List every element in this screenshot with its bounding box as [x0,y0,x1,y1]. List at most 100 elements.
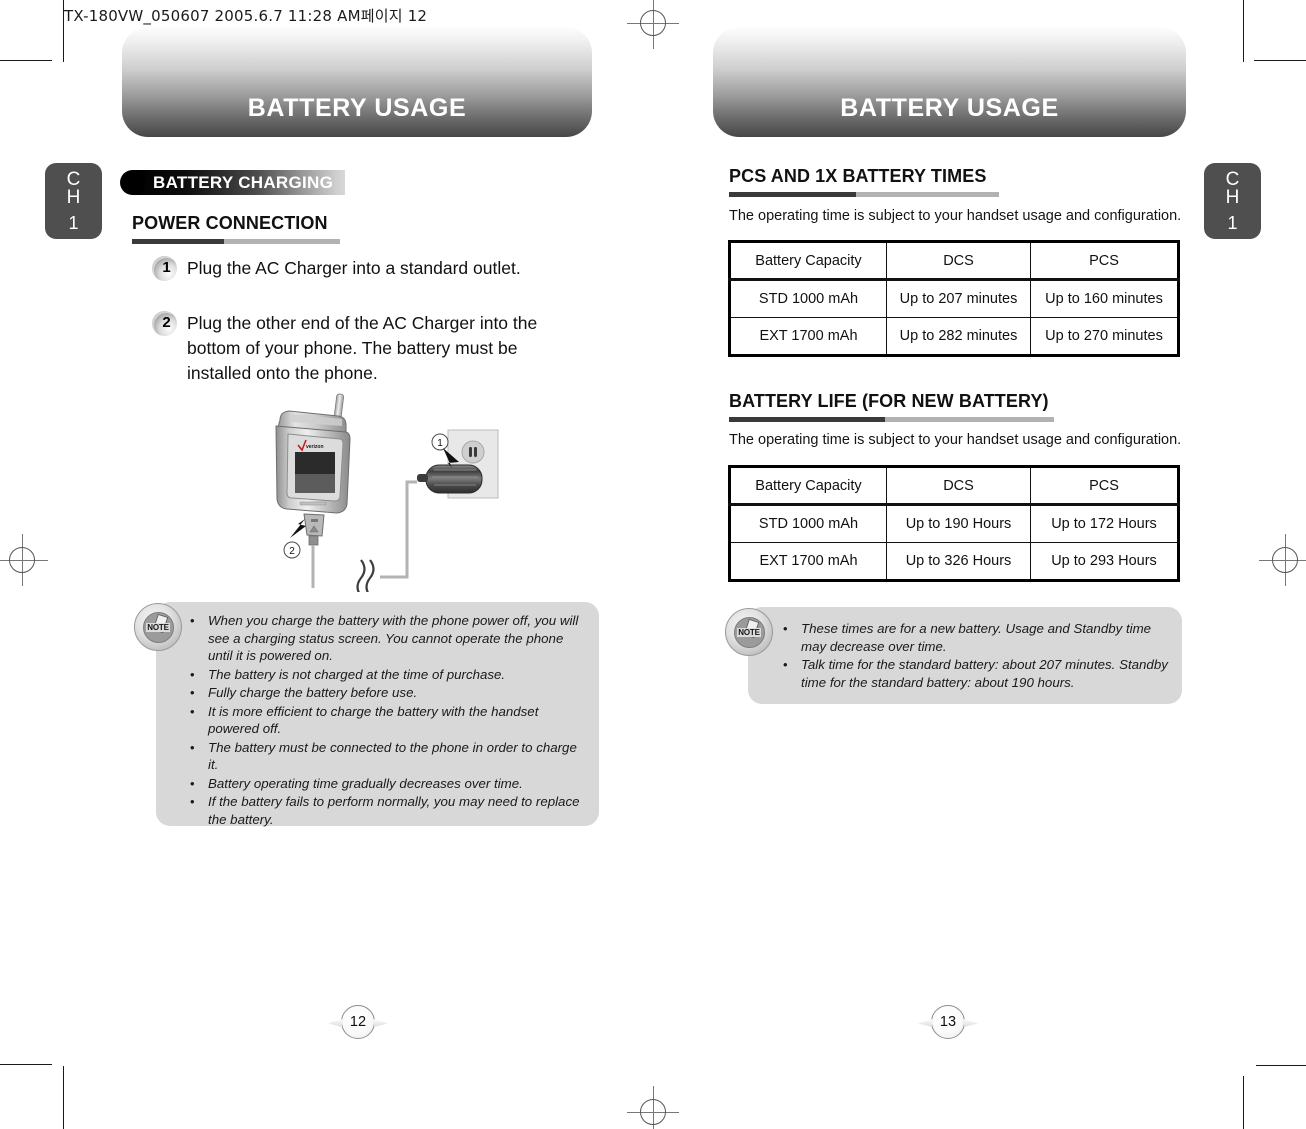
step-2: 2 Plug the other end of the AC Charger i… [152,311,582,386]
list-item: • Battery operating time gradually decrea… [190,775,523,791]
crop-mark-bottom-right-v [1243,1076,1244,1129]
table-cell: Up to 207 minutes [886,279,1031,318]
table-cell: Up to 326 Hours [886,542,1031,581]
table-cell: EXT 1700 mAh [729,317,887,356]
table-row: STD 1000 mAh Up to 190 Hours Up to 172 H… [729,504,1179,543]
table-battery-life: Battery Capacity DCS PCS STD 1000 mAh Up… [728,465,1180,582]
manual-spread: TX-180VW_050607 2005.6.7 11:28 AM페이지 12 … [0,0,1306,1129]
subheading-rule [729,192,999,197]
step-1-number: 1 [152,256,177,281]
paragraph-operating-time-2: The operating time is subject to your ha… [729,432,1182,448]
section-banner-battery-charging: BATTERY CHARGING [120,170,346,195]
left-page-number: 12 [341,1005,375,1039]
right-page-title: BATTERY USAGE [840,94,1059,122]
table-header-row: Battery Capacity DCS PCS [729,241,1179,281]
table-header-cell: DCS [886,466,1031,506]
left-page-title: BATTERY USAGE [247,94,467,122]
table-cell: STD 1000 mAh [729,279,887,318]
list-item: • The battery must be connected to the ph… [190,739,577,773]
crop-mark-bottom-left-v [63,1066,64,1129]
subheading-rule [132,239,340,244]
registration-mark-right [1259,534,1306,586]
svg-text:1: 1 [437,438,443,449]
right-chapter-tab-line2: H [1225,187,1240,208]
paragraph-operating-time-1: The operating time is subject to your ha… [729,208,1182,224]
table-cell: Up to 160 minutes [1030,279,1179,318]
list-item: • The battery is not charged at the time … [190,666,506,682]
table-header-cell: DCS [886,241,1031,281]
step-1: 1 Plug the AC Charger into a standard ou… [152,256,582,281]
charging-illustration-svg: verizon 1 2 [275,393,499,597]
step-2-text: Plug the other end of the AC Charger int… [187,313,538,383]
crop-mark-top-left-h [0,60,52,61]
list-bullet: • [190,685,195,700]
charging-setup-illustration: verizon 1 2 [262,392,522,597]
list-bullet: • [190,666,195,682]
right-page-number: 13 [931,1005,965,1039]
subheading-power-connection: POWER CONNECTION [132,213,340,244]
table-cell: Up to 282 minutes [886,317,1031,356]
list-item: • Talk time for the standard battery: abo… [783,657,1168,690]
list-bullet: • [190,613,195,628]
crop-mark-bottom-left-h [0,1064,52,1065]
subheading-pcs-and-1x-battery-times: PCS AND 1X BATTERY TIMES [729,166,999,197]
print-slug-line: TX-180VW_050607 2005.6.7 11:28 AM페이지 12 [64,7,428,25]
crop-mark-top-right-v [1243,0,1244,62]
crop-mark-bottom-right-h [1256,1065,1306,1066]
right-note-list: • These times are for a new battery. Usag… [783,620,1173,692]
list-item: • It is more efficient to charge the batt… [190,703,539,737]
table-cell: Up to 293 Hours [1030,542,1179,581]
table-header-cell: PCS [1030,241,1179,281]
left-note-list: • When you charge the battery with the ph… [190,612,585,829]
note-icon: NOTE [134,603,182,651]
table-header-cell: Battery Capacity [729,241,887,281]
svg-text:verizon: verizon [306,444,324,450]
table-cell: Up to 172 Hours [1030,504,1179,543]
table-header-cell: Battery Capacity [729,466,887,506]
list-item: • Fully charge the battery before use. [190,685,418,700]
list-item: • These times are for a new battery. Usag… [783,621,1152,654]
subheading-battery-life-text: BATTERY LIFE (FOR NEW BATTERY) [729,391,1049,411]
left-chapter-tab-line2: H [66,187,81,208]
table-header-cell: PCS [1030,466,1179,506]
right-chapter-tab: C H 1 [1204,163,1261,239]
subheading-power-connection-text: POWER CONNECTION [132,213,328,233]
left-page-header-banner: BATTERY USAGE [122,27,592,137]
right-chapter-tab-line1: C [1225,169,1240,190]
step-1-text: Plug the AC Charger into a standard outl… [187,258,521,278]
subheading-pcs-1x-text: PCS AND 1X BATTERY TIMES [729,166,987,186]
list-bullet: • [190,794,195,809]
right-page-header-banner: BATTERY USAGE [713,27,1186,137]
list-bullet: • [783,621,788,636]
step-2-number: 2 [152,311,177,336]
left-chapter-tab-number: 1 [68,213,79,233]
note-icon-label: NOTE [737,627,761,637]
registration-mark-top-center [627,0,679,49]
section-banner-label: BATTERY CHARGING [133,170,346,195]
list-item: • When you charge the battery with the ph… [190,613,579,663]
table-row: EXT 1700 mAh Up to 282 minutes Up to 270… [729,317,1179,356]
list-bullet: • [783,657,788,672]
registration-mark-bottom-center [627,1086,679,1129]
bullet-dot-icon [120,170,145,195]
svg-text:2: 2 [289,546,295,557]
subheading-battery-life: BATTERY LIFE (FOR NEW BATTERY) [729,391,1054,422]
note-icon: NOTE [725,608,773,656]
table-pcs-1x-battery-times: Battery Capacity DCS PCS STD 1000 mAh Up… [728,240,1180,357]
right-chapter-tab-number: 1 [1227,213,1238,233]
table-row: STD 1000 mAh Up to 207 minutes Up to 160… [729,279,1179,318]
list-item: • If the battery fails to perform normall… [190,794,580,827]
left-chapter-tab: C H 1 [45,163,102,239]
table-cell: Up to 270 minutes [1030,317,1179,356]
table-cell: STD 1000 mAh [729,504,887,543]
table-row: EXT 1700 mAh Up to 326 Hours Up to 293 H… [729,542,1179,581]
note-icon-label: NOTE [146,622,170,632]
table-header-row: Battery Capacity DCS PCS [729,466,1179,506]
table-cell: Up to 190 Hours [886,504,1031,543]
table-cell: EXT 1700 mAh [729,542,887,581]
left-chapter-tab-line1: C [66,169,81,190]
list-bullet: • [190,703,195,719]
registration-mark-left [0,534,48,586]
list-bullet: • [190,775,195,791]
list-bullet: • [190,739,195,755]
